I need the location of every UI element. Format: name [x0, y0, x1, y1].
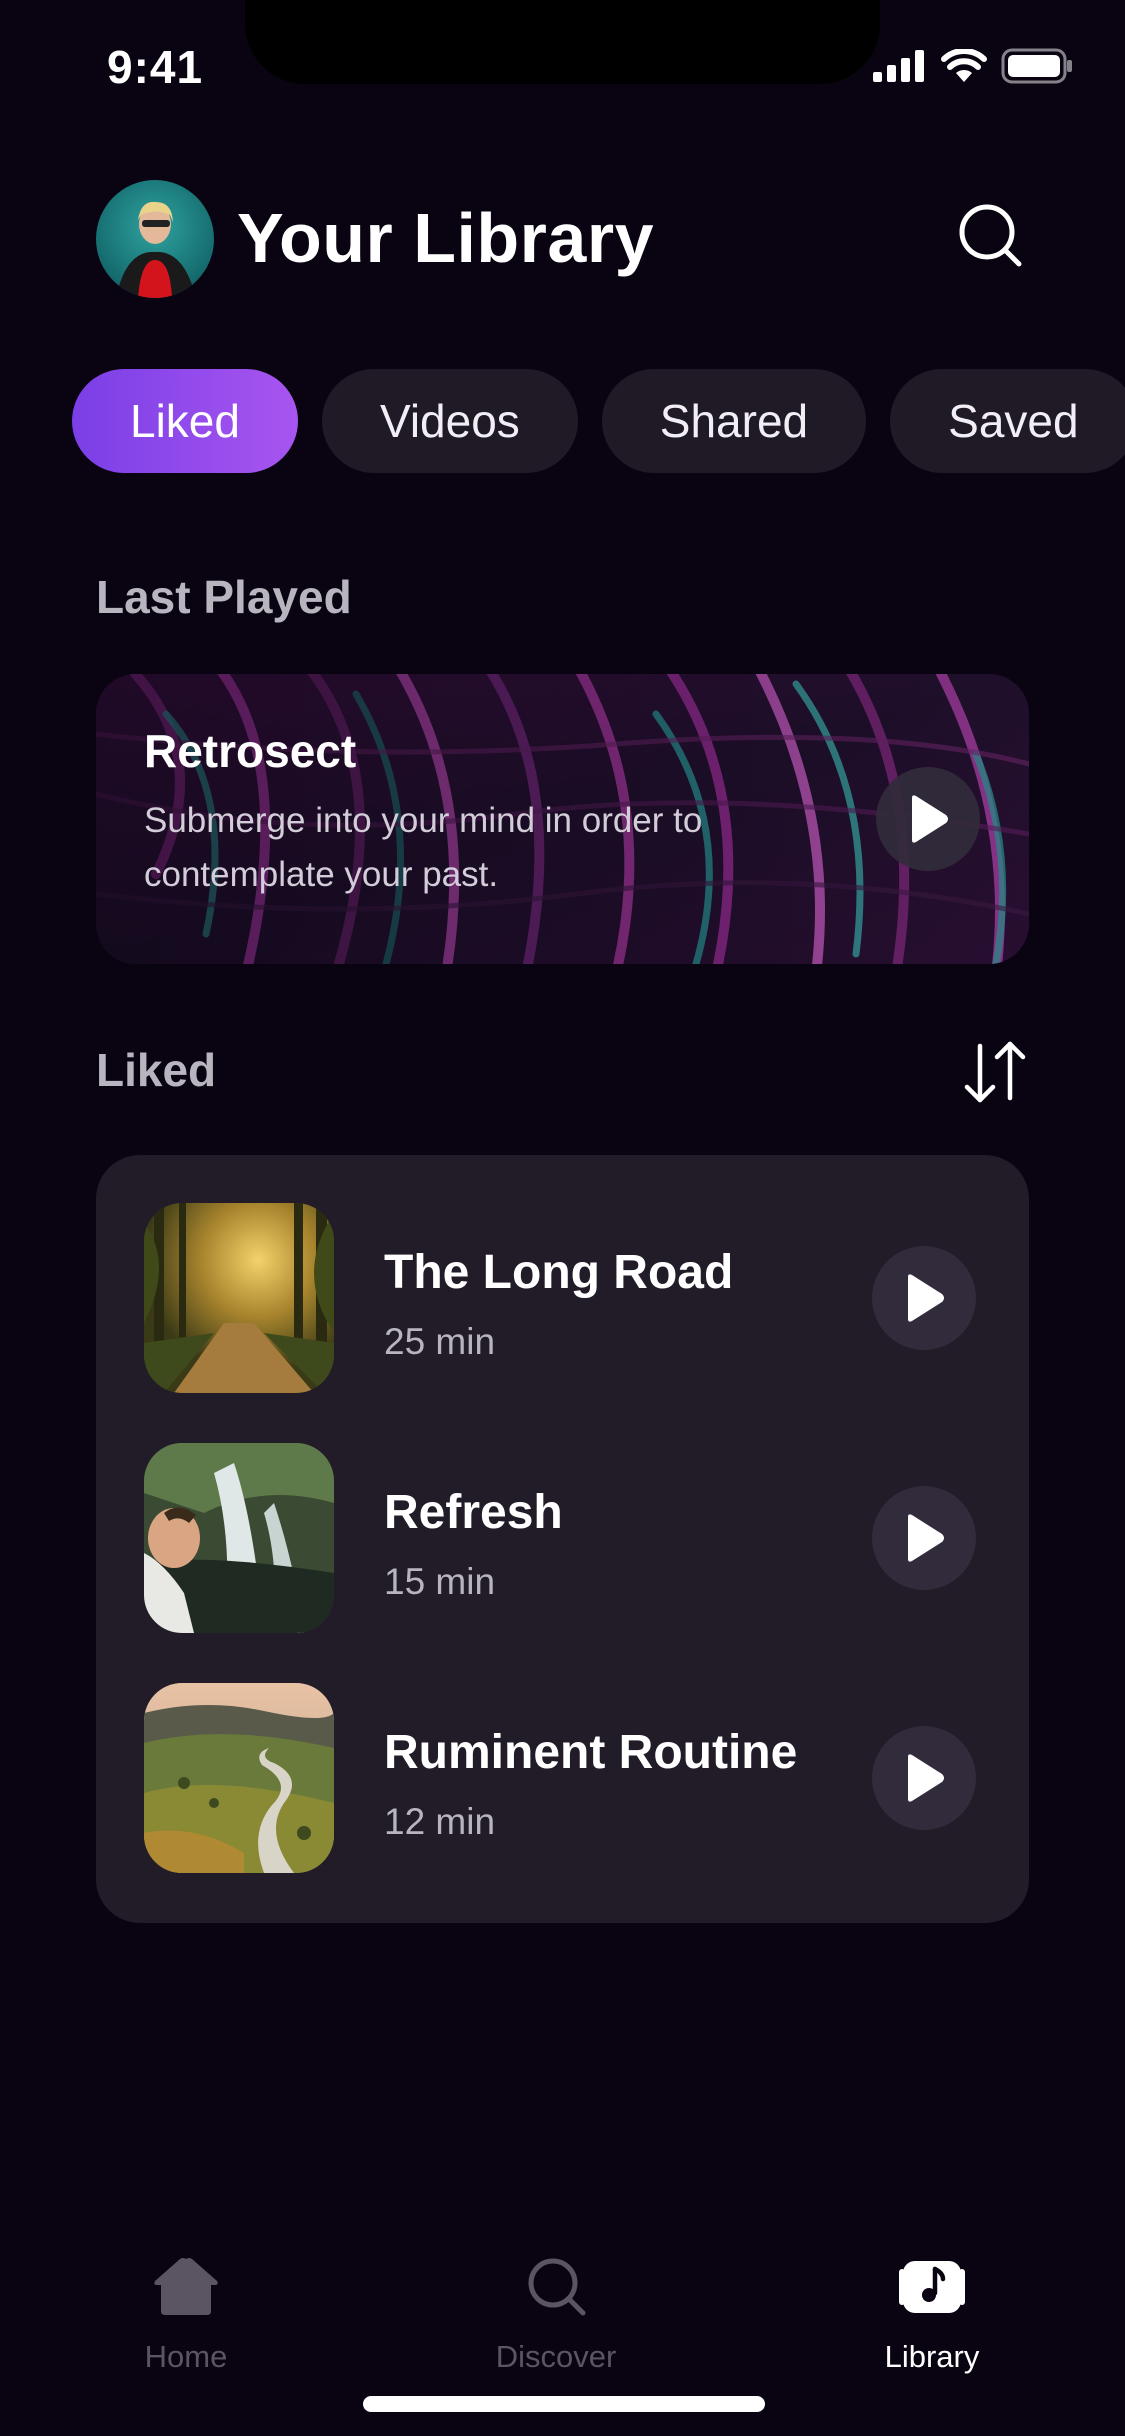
status-icons	[873, 48, 1073, 84]
nav-library[interactable]: Library	[812, 2255, 1052, 2375]
track-play-button[interactable]	[872, 1246, 976, 1350]
status-time: 9:41	[107, 41, 204, 93]
liked-list: The Long Road 25 min Refresh 15 min Rumi…	[96, 1155, 1029, 1923]
tab-saved[interactable]: Saved	[890, 369, 1125, 473]
page-title: Your Library	[237, 199, 655, 277]
search-icon	[959, 204, 1022, 267]
track-title: Refresh	[384, 1486, 563, 1539]
nav-discover[interactable]: Discover	[436, 2255, 676, 2375]
last-played-play-button[interactable]	[876, 767, 980, 871]
track-play-button[interactable]	[872, 1486, 976, 1590]
liked-heading: Liked	[96, 1044, 217, 1096]
battery-icon	[1001, 48, 1072, 84]
play-icon	[908, 1514, 944, 1562]
last-played-title: Retrosect	[144, 725, 357, 777]
track-thumbnail	[144, 1203, 334, 1393]
nav-home-label: Home	[144, 2339, 228, 2374]
nav-home[interactable]: Home	[66, 2255, 306, 2375]
play-icon	[912, 795, 948, 843]
sort-icon	[964, 1041, 1026, 1103]
search-button[interactable]	[955, 200, 1027, 272]
last-played-description: Submerge into your mind in order to cont…	[144, 801, 703, 894]
sort-button[interactable]	[960, 1038, 1030, 1106]
list-item[interactable]: Ruminent Routine 12 min	[144, 1683, 984, 1873]
home-icon	[154, 2258, 218, 2315]
avatar[interactable]	[96, 180, 214, 298]
track-thumbnail	[144, 1443, 334, 1633]
track-play-button[interactable]	[872, 1726, 976, 1830]
track-duration: 12 min	[384, 1801, 496, 1842]
list-item[interactable]: The Long Road 25 min	[144, 1203, 984, 1393]
tab-videos[interactable]: Videos	[321, 369, 578, 473]
tab-shared[interactable]: Shared	[601, 369, 867, 473]
wifi-icon	[941, 49, 987, 82]
play-icon	[908, 1274, 944, 1322]
search-icon	[528, 2258, 586, 2316]
tab-liked[interactable]: Liked	[72, 369, 298, 473]
play-icon	[908, 1754, 944, 1802]
track-title: Ruminent Routine	[384, 1726, 798, 1779]
track-duration: 15 min	[384, 1561, 496, 1602]
track-duration: 25 min	[384, 1321, 496, 1362]
library-icon	[899, 2261, 965, 2313]
last-played-card[interactable]: Retrosect Submerge into your mind in ord…	[96, 674, 1029, 964]
signal-icon	[873, 50, 924, 82]
nav-library-label: Library	[884, 2339, 980, 2374]
track-thumbnail	[144, 1683, 334, 1873]
list-item[interactable]: Refresh 15 min	[144, 1443, 984, 1633]
home-indicator	[363, 2396, 765, 2412]
last-played-heading: Last Played	[96, 571, 352, 623]
track-title: The Long Road	[384, 1246, 734, 1299]
filter-tabs: Liked Videos Shared Saved	[72, 369, 1125, 473]
nav-discover-label: Discover	[495, 2339, 617, 2374]
device-notch	[245, 0, 880, 84]
